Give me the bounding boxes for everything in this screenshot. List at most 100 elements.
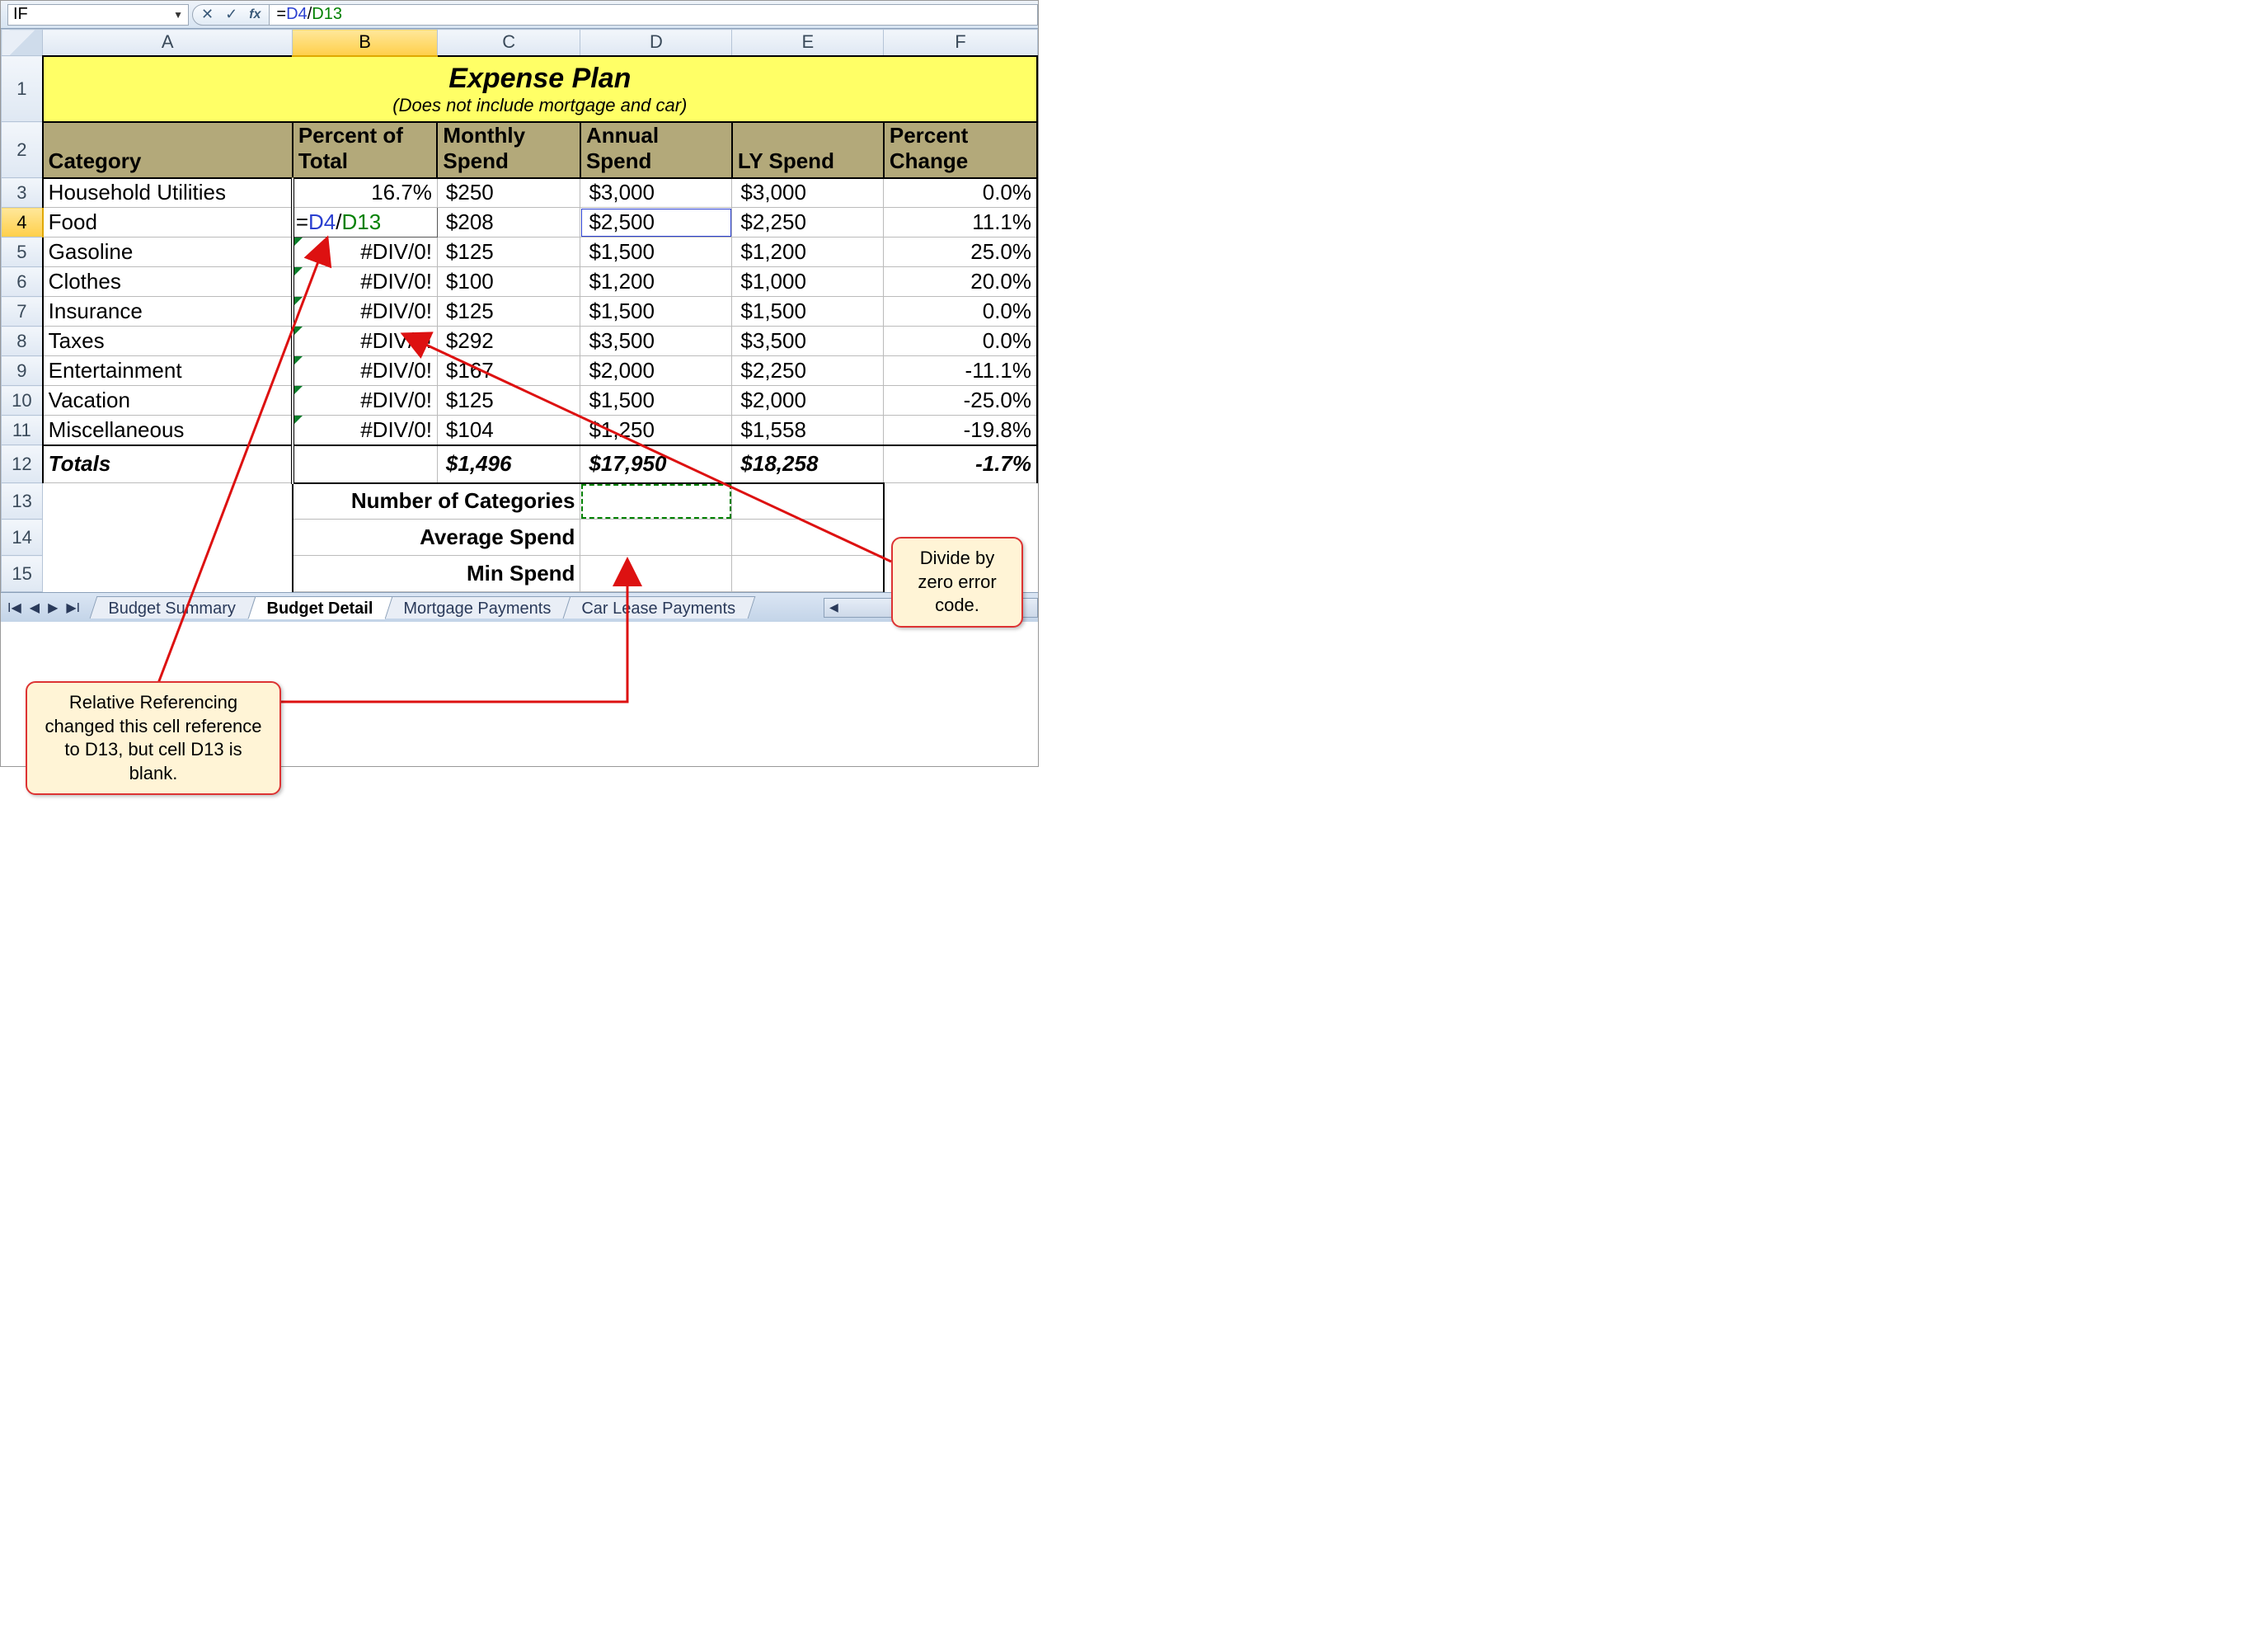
cell-c4[interactable]: $208 (437, 208, 580, 238)
hdr-ly[interactable]: LY Spend (732, 122, 884, 178)
cell-b4-editing[interactable]: =D4/D13 (293, 208, 438, 238)
cell-f5[interactable]: 25.0% (884, 238, 1037, 267)
row-header-15[interactable]: 15 (2, 556, 43, 592)
cell-c9[interactable]: $167 (437, 356, 580, 386)
cell-e15[interactable] (732, 556, 884, 592)
row-header-14[interactable]: 14 (2, 520, 43, 556)
cell-e12[interactable]: $18,258 (732, 445, 884, 483)
cell-d4[interactable]: $2,500 (580, 208, 732, 238)
cell-c7[interactable]: $125 (437, 297, 580, 327)
cell-a4[interactable]: Food (43, 208, 293, 238)
cell-b9[interactable]: #DIV/0! (293, 356, 438, 386)
select-all-corner[interactable] (2, 30, 43, 56)
cell-b3[interactable]: 16.7% (293, 178, 438, 208)
cell-e11[interactable]: $1,558 (732, 416, 884, 445)
cell-b7[interactable]: #DIV/0! (293, 297, 438, 327)
cell-e4[interactable]: $2,250 (732, 208, 884, 238)
cell-e6[interactable]: $1,000 (732, 267, 884, 297)
cell-f8[interactable]: 0.0% (884, 327, 1037, 356)
row-header-13[interactable]: 13 (2, 483, 43, 520)
cell-f11[interactable]: -19.8% (884, 416, 1037, 445)
col-header-f[interactable]: F (884, 30, 1037, 56)
tab-mortgage[interactable]: Mortgage Payments (384, 596, 571, 619)
label-num-categories[interactable]: Number of Categories (293, 483, 580, 520)
cell-d8[interactable]: $3,500 (580, 327, 732, 356)
cell-a9[interactable]: Entertainment (43, 356, 293, 386)
cell-f9[interactable]: -11.1% (884, 356, 1037, 386)
col-header-a[interactable]: A (43, 30, 293, 56)
cell-d15[interactable] (580, 556, 732, 592)
cell-e10[interactable]: $2,000 (732, 386, 884, 416)
cancel-icon[interactable]: ✕ (201, 6, 214, 23)
hdr-percent-total[interactable]: Percent of Total (293, 122, 438, 178)
cell-c3[interactable]: $250 (437, 178, 580, 208)
cell-d14[interactable] (580, 520, 732, 556)
cell-a8[interactable]: Taxes (43, 327, 293, 356)
cell-b6[interactable]: #DIV/0! (293, 267, 438, 297)
row-header-12[interactable]: 12 (2, 445, 43, 483)
cell-e13[interactable] (732, 483, 884, 520)
cell-a5[interactable]: Gasoline (43, 238, 293, 267)
hdr-category[interactable]: Category (43, 122, 293, 178)
col-header-c[interactable]: C (437, 30, 580, 56)
cell-a7[interactable]: Insurance (43, 297, 293, 327)
cell-f10[interactable]: -25.0% (884, 386, 1037, 416)
cell-b12[interactable] (293, 445, 438, 483)
label-min-spend[interactable]: Min Spend (293, 556, 580, 592)
cell-a6[interactable]: Clothes (43, 267, 293, 297)
cell-a14[interactable] (43, 520, 293, 556)
row-header-3[interactable]: 3 (2, 178, 43, 208)
cell-a10[interactable]: Vacation (43, 386, 293, 416)
cell-d5[interactable]: $1,500 (580, 238, 732, 267)
cell-f12[interactable]: -1.7% (884, 445, 1037, 483)
cell-d11[interactable]: $1,250 (580, 416, 732, 445)
hdr-annual[interactable]: Annual Spend (580, 122, 732, 178)
col-header-b[interactable]: B (293, 30, 438, 56)
cell-c8[interactable]: $292 (437, 327, 580, 356)
row-header-4[interactable]: 4 (2, 208, 43, 238)
cell-b5[interactable]: #DIV/0! (293, 238, 438, 267)
cell-f4[interactable]: 11.1% (884, 208, 1037, 238)
col-header-d[interactable]: D (580, 30, 732, 56)
tab-nav-prev-icon[interactable]: ◀ (26, 600, 43, 616)
cell-a11[interactable]: Miscellaneous (43, 416, 293, 445)
tab-nav-next-icon[interactable]: ▶ (45, 600, 61, 616)
cell-d10[interactable]: $1,500 (580, 386, 732, 416)
cell-d7[interactable]: $1,500 (580, 297, 732, 327)
cell-e9[interactable]: $2,250 (732, 356, 884, 386)
row-header-7[interactable]: 7 (2, 297, 43, 327)
cell-e3[interactable]: $3,000 (732, 178, 884, 208)
cell-c10[interactable]: $125 (437, 386, 580, 416)
cell-c12[interactable]: $1,496 (437, 445, 580, 483)
name-box[interactable]: IF ▼ (7, 4, 189, 26)
cell-e14[interactable] (732, 520, 884, 556)
cell-f13[interactable] (884, 483, 1037, 520)
fx-icon[interactable]: fx (249, 7, 261, 22)
name-box-dropdown-icon[interactable]: ▼ (173, 9, 183, 21)
row-header-10[interactable]: 10 (2, 386, 43, 416)
tab-budget-summary[interactable]: Budget Summary (90, 596, 256, 619)
cell-d13[interactable] (580, 483, 732, 520)
cell-a15[interactable] (43, 556, 293, 592)
cell-b8[interactable]: #DIV/0! (293, 327, 438, 356)
enter-icon[interactable]: ✓ (225, 6, 237, 23)
row-header-2[interactable]: 2 (2, 122, 43, 178)
cell-e8[interactable]: $3,500 (732, 327, 884, 356)
cell-c5[interactable]: $125 (437, 238, 580, 267)
cell-d3[interactable]: $3,000 (580, 178, 732, 208)
hdr-monthly[interactable]: Monthly Spend (437, 122, 580, 178)
row-header-6[interactable]: 6 (2, 267, 43, 297)
col-header-e[interactable]: E (732, 30, 884, 56)
cell-c6[interactable]: $100 (437, 267, 580, 297)
tab-nav-first-icon[interactable]: I◀ (4, 600, 25, 616)
cell-a3[interactable]: Household Utilities (43, 178, 293, 208)
cell-d9[interactable]: $2,000 (580, 356, 732, 386)
cell-c11[interactable]: $104 (437, 416, 580, 445)
cell-f3[interactable]: 0.0% (884, 178, 1037, 208)
cell-b10[interactable]: #DIV/0! (293, 386, 438, 416)
cell-d6[interactable]: $1,200 (580, 267, 732, 297)
cell-a13[interactable] (43, 483, 293, 520)
row-header-9[interactable]: 9 (2, 356, 43, 386)
cell-e7[interactable]: $1,500 (732, 297, 884, 327)
worksheet[interactable]: A B C D E F 1 Expense Plan (Does not inc… (1, 29, 1038, 592)
